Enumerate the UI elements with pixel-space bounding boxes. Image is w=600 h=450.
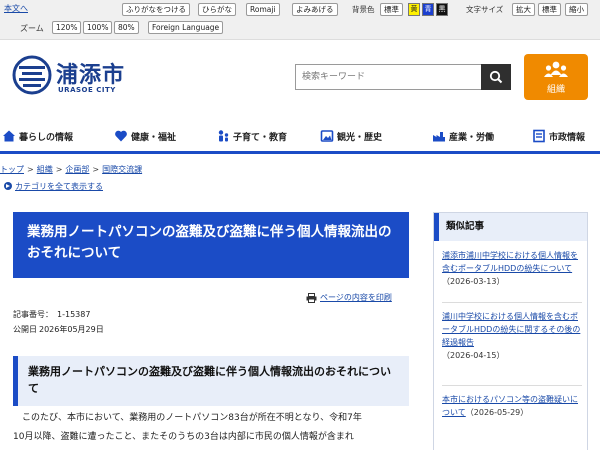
show-all-categories-link[interactable]: カテゴリを全て表示する bbox=[4, 181, 103, 192]
organization-button[interactable]: 組織 bbox=[524, 54, 588, 100]
health-icon bbox=[115, 130, 127, 142]
print-page-label: ページの内容を印刷 bbox=[320, 293, 392, 302]
published-date-label: 公開日 bbox=[13, 325, 37, 334]
read-aloud-button[interactable]: よみあげる bbox=[292, 3, 338, 16]
city-admin-icon bbox=[533, 129, 545, 143]
nav-item-childcare[interactable]: 子育て・教育 bbox=[216, 126, 287, 146]
romaji-button[interactable]: Romaji bbox=[246, 3, 280, 16]
divider bbox=[442, 385, 582, 386]
utility-bar: 本文へ ふりがなをつける ひらがな Romaji よみあげる 背景色 標準 黄 … bbox=[0, 0, 600, 40]
related-articles-heading: 類似記事 bbox=[434, 213, 587, 241]
skip-to-content-link[interactable]: 本文へ bbox=[4, 3, 28, 14]
family-icon bbox=[218, 130, 229, 142]
search-input[interactable] bbox=[295, 64, 481, 90]
bg-black-button[interactable]: 黒 bbox=[436, 3, 448, 16]
bg-blue-button[interactable]: 青 bbox=[422, 3, 434, 16]
nav-item-label: 市政情報 bbox=[549, 132, 586, 143]
foreign-language-button[interactable]: Foreign Language bbox=[148, 21, 224, 34]
arrow-right-icon bbox=[4, 182, 12, 190]
related-article-link[interactable]: 浦川中学校における個人情報を含むポータブルHDDの紛失に関するその後の経過報告 （… bbox=[442, 310, 582, 362]
nav-item-label: 産業・労働 bbox=[449, 132, 495, 143]
zoom-label: ズーム bbox=[20, 24, 44, 33]
breadcrumb-organization[interactable]: 組織 bbox=[37, 165, 53, 174]
zoom-120-button[interactable]: 120% bbox=[52, 21, 82, 34]
nav-item-label: 観光・歴史 bbox=[337, 132, 383, 143]
nav-item-industry[interactable]: 産業・労働 bbox=[432, 126, 494, 146]
house-icon bbox=[3, 130, 15, 142]
nav-item-label: 健康・福祉 bbox=[131, 132, 177, 143]
related-article-link[interactable]: 浦添市浦川中学校における個人情報を含むポータブルHDDの紛失について （2026-… bbox=[442, 249, 582, 288]
nav-item-tourism[interactable]: 観光・歴史 bbox=[320, 126, 382, 146]
background-color-label: 背景色 bbox=[352, 5, 375, 14]
related-article-title: 浦川中学校における個人情報を含むポータブルHDDの紛失に関するその後の経過報告 bbox=[442, 312, 581, 347]
nav-item-city-admin[interactable]: 市政情報 bbox=[532, 126, 585, 146]
divider bbox=[442, 302, 582, 303]
text-size-standard-button[interactable]: 標準 bbox=[538, 3, 561, 16]
article-heading: 業務用ノートパソコンの盗難及び盗難に伴う個人情報流出のおそれについて bbox=[13, 356, 409, 406]
nav-item-label: 暮らしの情報 bbox=[19, 132, 74, 143]
article-number: 記事番号： 1-15387 bbox=[13, 309, 90, 320]
body-line: 10月以降、盗難に遭ったこと、またそのうちの3台は内部に市民の個人情報が含まれ bbox=[13, 432, 354, 442]
printer-icon bbox=[306, 292, 317, 303]
organization-label: 組織 bbox=[546, 85, 565, 95]
city-name[interactable]: 浦添市 bbox=[56, 57, 125, 89]
related-article-date: （2026-03-13） bbox=[442, 277, 505, 286]
published-date-value: 2026年05月29日 bbox=[39, 325, 104, 334]
breadcrumb-planning-dept[interactable]: 企画部 bbox=[65, 165, 89, 174]
published-date: 公開日 2026年05月29日 bbox=[13, 324, 104, 335]
breadcrumb-top[interactable]: トップ bbox=[0, 165, 24, 174]
text-size-large-button[interactable]: 拡大 bbox=[512, 3, 535, 16]
related-articles-panel: 類似記事 浦添市浦川中学校における個人情報を含むポータブルHDDの紛失について （… bbox=[433, 212, 588, 450]
city-name-roman: URASOE CITY bbox=[58, 86, 116, 94]
related-article-link[interactable]: 本市におけるパソコン等の盗難疑いについて（2026-05-29） bbox=[442, 393, 582, 419]
breadcrumb-separator: > bbox=[92, 165, 100, 174]
related-article-date: （2026-05-29） bbox=[465, 408, 529, 417]
nav-item-health[interactable]: 健康・福祉 bbox=[114, 126, 176, 146]
breadcrumb-international-exchange[interactable]: 国際交流課 bbox=[102, 165, 142, 174]
article-number-label: 記事番号： bbox=[13, 310, 53, 319]
breadcrumb: トップ > 組織 > 企画部 > 国際交流課 bbox=[0, 164, 142, 175]
show-all-categories-label: カテゴリを全て表示する bbox=[15, 182, 103, 191]
zoom-80-button[interactable]: 80% bbox=[114, 21, 139, 34]
related-article-date: （2026-04-15） bbox=[442, 351, 505, 360]
furigana-button[interactable]: ふりがなをつける bbox=[122, 3, 190, 16]
city-logo-icon[interactable] bbox=[12, 55, 52, 95]
zoom-100-button[interactable]: 100% bbox=[83, 21, 113, 34]
global-nav: 暮らしの情報 健康・福祉 子育て・教育 観光・歴史 産業・労働 市政情報 bbox=[0, 120, 600, 154]
body-paragraph: このたび、本市において、業務用のノートパソコン83台が所在不明となり、令和7年 1… bbox=[13, 409, 409, 447]
nav-item-label: 子育て・教育 bbox=[233, 132, 288, 143]
industry-icon bbox=[433, 132, 445, 142]
bg-yellow-button[interactable]: 黄 bbox=[408, 3, 420, 16]
search-button[interactable] bbox=[481, 64, 511, 90]
print-page-link[interactable]: ページの内容を印刷 bbox=[306, 292, 392, 303]
breadcrumb-separator: > bbox=[27, 165, 34, 174]
body-line: このたび、本市において、業務用のノートパソコン83台が所在不明となり、令和7年 bbox=[22, 413, 362, 423]
tourism-icon bbox=[320, 130, 334, 142]
related-article-title: 浦添市浦川中学校における個人情報を含むポータブルHDDの紛失について bbox=[442, 251, 578, 273]
page-title: 業務用ノートパソコンの盗難及び盗難に伴う個人情報流出のおそれについて bbox=[13, 212, 409, 278]
search-icon bbox=[489, 70, 503, 84]
hiragana-button[interactable]: ひらがな bbox=[198, 3, 236, 16]
article-number-value: 1-15387 bbox=[57, 310, 91, 319]
breadcrumb-separator: > bbox=[55, 165, 63, 174]
people-icon bbox=[544, 61, 568, 77]
bg-standard-button[interactable]: 標準 bbox=[380, 3, 403, 16]
article-body: このたび、本市において、業務用のノートパソコン83台が所在不明となり、令和7年 1… bbox=[13, 409, 409, 447]
text-size-small-button[interactable]: 縮小 bbox=[565, 3, 588, 16]
text-size-label: 文字サイズ bbox=[466, 5, 504, 14]
nav-item-living[interactable]: 暮らしの情報 bbox=[2, 126, 73, 146]
